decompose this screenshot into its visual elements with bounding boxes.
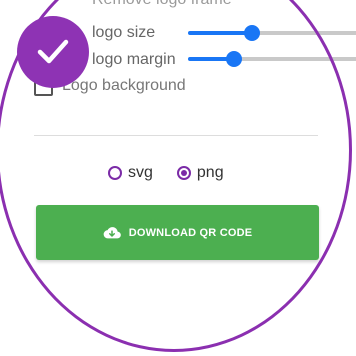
- radio-png-label: png: [196, 164, 224, 181]
- slider-track-fill: [188, 31, 252, 35]
- download-qr-button[interactable]: DOWNLOAD QR CODE: [36, 205, 319, 260]
- format-radio-group: svg png: [108, 164, 248, 182]
- check-badge: [17, 16, 89, 88]
- slider-thumb[interactable]: [226, 51, 242, 67]
- format-option-svg[interactable]: svg: [108, 164, 153, 182]
- logo-size-label: logo size: [92, 24, 156, 41]
- format-option-png[interactable]: png: [176, 164, 224, 182]
- check-icon: [37, 39, 69, 64]
- qr-options-panel: Remove logo frame logo size logo margin …: [0, 0, 356, 356]
- logo-size-slider[interactable]: [188, 22, 356, 44]
- download-qr-button-label: DOWNLOAD QR CODE: [128, 226, 253, 239]
- clipped-option-label: Remove logo frame: [92, 0, 232, 9]
- radio-png[interactable]: [176, 166, 191, 180]
- cloud-download-icon: [103, 226, 121, 238]
- logo-margin-slider[interactable]: [188, 48, 356, 70]
- logo-background-label: Logo background: [62, 77, 186, 94]
- slider-track: [252, 31, 356, 35]
- divider: [34, 135, 318, 136]
- radio-svg[interactable]: [108, 166, 122, 180]
- slider-thumb[interactable]: [244, 25, 260, 41]
- logo-margin-label: logo margin: [92, 51, 176, 68]
- slider-track: [234, 57, 356, 61]
- radio-svg-label: svg: [128, 164, 153, 181]
